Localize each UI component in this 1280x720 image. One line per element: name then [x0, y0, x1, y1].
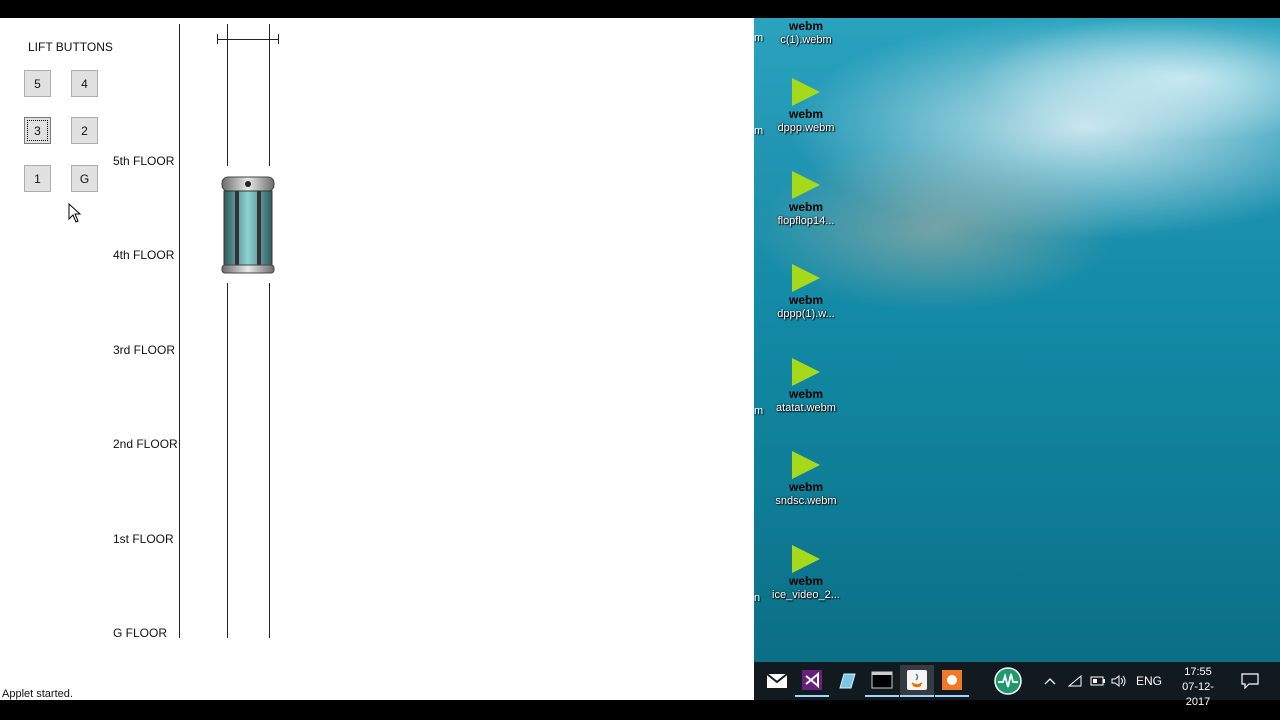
lift-button-4[interactable]: 4 — [71, 70, 98, 97]
webm-badge: webm — [788, 19, 823, 33]
desktop-file-icon[interactable]: webm flopflop14... — [768, 169, 844, 257]
taskbar-clock[interactable]: 17:55 07-12-2017 — [1170, 665, 1226, 710]
webm-badge: webm — [788, 200, 823, 214]
show-hidden-icons-chevron-icon[interactable] — [1044, 662, 1056, 700]
desktop-file-name: ice_video_2... — [772, 589, 840, 601]
mouse-cursor-icon — [68, 203, 82, 223]
shaft-left-rail-bottom — [227, 283, 228, 638]
language-indicator[interactable]: ENG — [1136, 662, 1162, 700]
desktop-file-icon[interactable]: webm dppp(1).w... — [768, 262, 844, 350]
shaft-right-rail-bottom — [269, 283, 270, 638]
taskbar: ENG 17:55 07-12-2017 — [754, 662, 1280, 708]
shaft-top-beam — [217, 39, 279, 40]
volume-icon[interactable] — [1111, 662, 1127, 700]
lift-button-3[interactable]: 3 — [24, 117, 51, 144]
webm-badge: webm — [788, 574, 823, 588]
desktop-file-name: atatat.webm — [776, 402, 836, 414]
play-icon — [792, 451, 820, 479]
webm-badge: webm — [788, 480, 823, 494]
terminal-icon[interactable] — [865, 665, 899, 697]
shaft-divider-line — [179, 24, 180, 638]
applet-status-text: Applet started. — [2, 688, 73, 700]
floor-label-1: 1st FLOOR — [113, 532, 174, 546]
offscreen-icon-label-fragment: m — [754, 32, 764, 44]
webm-badge: webm — [788, 387, 823, 401]
floor-label-4: 4th FLOOR — [113, 248, 175, 262]
lift-button-2[interactable]: 2 — [71, 117, 98, 144]
desktop-file-icon[interactable]: webm dppp.webm — [768, 76, 844, 164]
elevator-cabin — [221, 176, 275, 274]
media-icon[interactable] — [935, 665, 969, 697]
desktop-file-name: flopflop14... — [777, 215, 835, 227]
offscreen-icon-label-fragment: m — [754, 405, 764, 417]
play-icon — [792, 78, 820, 106]
webm-badge: webm — [788, 107, 823, 121]
lift-buttons-title: LIFT BUTTONS — [28, 40, 113, 54]
lift-applet: LIFT BUTTONS 5 4 3 2 1 G 5th FLOOR 4th F… — [0, 18, 754, 700]
play-icon — [792, 358, 820, 386]
play-icon — [792, 545, 820, 573]
clock-date: 07-12-2017 — [1182, 681, 1214, 708]
wifi-icon[interactable] — [1068, 662, 1082, 700]
offscreen-icon-label-fragment: n — [754, 592, 761, 604]
desktop-file-name: c(1).webm — [780, 34, 832, 46]
floor-label-5: 5th FLOOR — [113, 154, 175, 168]
lift-button-1[interactable]: 1 — [24, 165, 51, 192]
shaft-top-beam-right-cap — [278, 34, 279, 44]
desktop-file-icon[interactable]: webm ice_video_2... — [768, 543, 844, 631]
clock-time: 17:55 — [1184, 666, 1212, 678]
lift-button-5[interactable]: 5 — [24, 70, 51, 97]
mail-icon[interactable] — [760, 665, 794, 697]
play-icon — [792, 171, 820, 199]
desktop-file-name: sndsc.webm — [775, 495, 837, 507]
floor-label-g: G FLOOR — [113, 626, 168, 640]
java-icon[interactable] — [900, 665, 934, 697]
desktop-file-name: dppp.webm — [777, 122, 835, 134]
shaft-left-rail-top — [227, 24, 228, 166]
desktop-background: webm c(1).webm m webm dppp.webm m webm f… — [754, 18, 1280, 662]
action-center-icon[interactable] — [1241, 662, 1259, 700]
notepad-icon[interactable] — [830, 665, 864, 697]
play-icon — [792, 264, 820, 292]
floor-label-2: 2nd FLOOR — [113, 437, 178, 451]
webm-badge: webm — [788, 293, 823, 307]
desktop-file-name: dppp(1).w... — [777, 308, 835, 320]
battery-icon[interactable] — [1090, 662, 1106, 700]
floor-label-3: 3rd FLOOR — [113, 343, 176, 357]
activity-monitor-icon[interactable] — [991, 665, 1025, 697]
lift-button-g[interactable]: G — [71, 165, 98, 192]
desktop-file-icon[interactable]: webm sndsc.webm — [768, 449, 844, 537]
desktop-file-icon[interactable]: webm atatat.webm — [768, 356, 844, 444]
shaft-top-beam-left-cap — [217, 34, 218, 44]
offscreen-icon-label-fragment: m — [754, 125, 764, 137]
shaft-right-rail-top — [269, 24, 270, 166]
visual-studio-icon[interactable] — [795, 665, 829, 697]
